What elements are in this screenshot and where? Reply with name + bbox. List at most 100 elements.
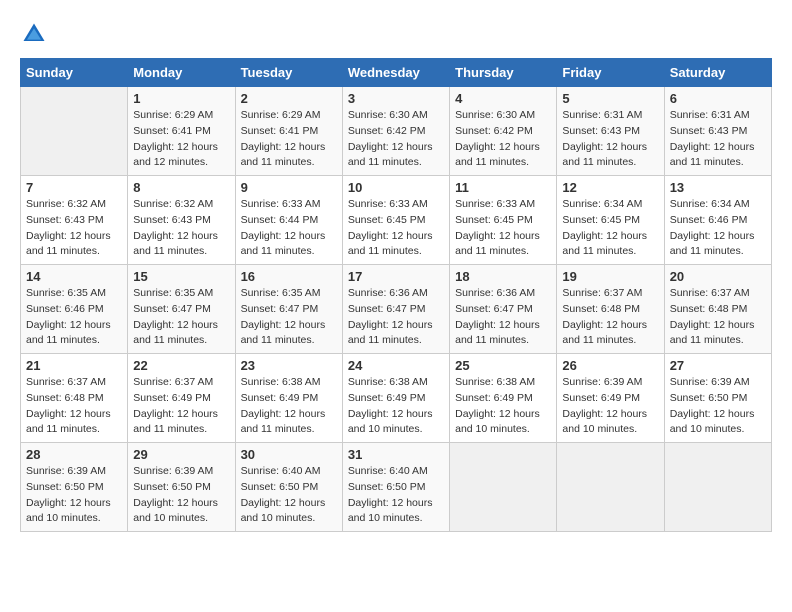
day-details: Sunrise: 6:30 AMSunset: 6:42 PMDaylight:… [348, 108, 444, 171]
day-details: Sunrise: 6:34 AMSunset: 6:46 PMDaylight:… [670, 197, 766, 260]
day-details: Sunrise: 6:40 AMSunset: 6:50 PMDaylight:… [241, 464, 337, 527]
day-details: Sunrise: 6:39 AMSunset: 6:49 PMDaylight:… [562, 375, 658, 438]
calendar-cell: 15 Sunrise: 6:35 AMSunset: 6:47 PMDayligh… [128, 265, 235, 354]
calendar-cell: 21 Sunrise: 6:37 AMSunset: 6:48 PMDayligh… [21, 354, 128, 443]
day-details: Sunrise: 6:37 AMSunset: 6:48 PMDaylight:… [26, 375, 122, 438]
calendar-cell: 16 Sunrise: 6:35 AMSunset: 6:47 PMDayligh… [235, 265, 342, 354]
calendar-cell: 31Sunrise: 6:40 AMSunset: 6:50 PMDayligh… [342, 443, 449, 532]
day-details: Sunrise: 6:39 AMSunset: 6:50 PMDaylight:… [26, 464, 122, 527]
day-number: 30 [241, 447, 337, 462]
calendar-cell: 18Sunrise: 6:36 AMSunset: 6:47 PMDayligh… [450, 265, 557, 354]
day-number: 1 [133, 91, 229, 106]
day-number: 15 [133, 269, 229, 284]
calendar-cell: 14 Sunrise: 6:35 AMSunset: 6:46 PMDayligh… [21, 265, 128, 354]
column-header-thursday: Thursday [450, 59, 557, 87]
calendar-cell: 20Sunrise: 6:37 AMSunset: 6:48 PMDayligh… [664, 265, 771, 354]
calendar-cell: 3 Sunrise: 6:30 AMSunset: 6:42 PMDaylight… [342, 87, 449, 176]
day-details: Sunrise: 6:33 AMSunset: 6:45 PMDaylight:… [348, 197, 444, 260]
calendar-cell: 9Sunrise: 6:33 AMSunset: 6:44 PMDaylight… [235, 176, 342, 265]
day-number: 8 [133, 180, 229, 195]
calendar-cell: 19Sunrise: 6:37 AMSunset: 6:48 PMDayligh… [557, 265, 664, 354]
day-number: 23 [241, 358, 337, 373]
day-number: 7 [26, 180, 122, 195]
calendar-cell: 6 Sunrise: 6:31 AMSunset: 6:43 PMDaylight… [664, 87, 771, 176]
day-number: 22 [133, 358, 229, 373]
calendar-cell: 22 Sunrise: 6:37 AMSunset: 6:49 PMDayligh… [128, 354, 235, 443]
day-number: 19 [562, 269, 658, 284]
day-details: Sunrise: 6:38 AMSunset: 6:49 PMDaylight:… [455, 375, 551, 438]
calendar-cell: 28 Sunrise: 6:39 AMSunset: 6:50 PMDayligh… [21, 443, 128, 532]
day-number: 4 [455, 91, 551, 106]
day-number: 21 [26, 358, 122, 373]
day-details: Sunrise: 6:32 AMSunset: 6:43 PMDaylight:… [133, 197, 229, 260]
day-number: 2 [241, 91, 337, 106]
column-header-wednesday: Wednesday [342, 59, 449, 87]
calendar-cell: 1 Sunrise: 6:29 AMSunset: 6:41 PMDaylight… [128, 87, 235, 176]
calendar-cell: 11 Sunrise: 6:33 AMSunset: 6:45 PMDayligh… [450, 176, 557, 265]
day-details: Sunrise: 6:29 AMSunset: 6:41 PMDaylight:… [241, 108, 337, 171]
day-number: 17 [348, 269, 444, 284]
day-number: 3 [348, 91, 444, 106]
day-details: Sunrise: 6:40 AMSunset: 6:50 PMDaylight:… [348, 464, 444, 527]
calendar-cell: 2 Sunrise: 6:29 AMSunset: 6:41 PMDaylight… [235, 87, 342, 176]
day-number: 14 [26, 269, 122, 284]
calendar-cell [21, 87, 128, 176]
day-details: Sunrise: 6:31 AMSunset: 6:43 PMDaylight:… [670, 108, 766, 171]
column-header-sunday: Sunday [21, 59, 128, 87]
calendar-header-row: SundayMondayTuesdayWednesdayThursdayFrid… [21, 59, 772, 87]
day-details: Sunrise: 6:35 AMSunset: 6:47 PMDaylight:… [133, 286, 229, 349]
calendar-cell: 10Sunrise: 6:33 AMSunset: 6:45 PMDayligh… [342, 176, 449, 265]
day-number: 28 [26, 447, 122, 462]
calendar-cell: 4 Sunrise: 6:30 AMSunset: 6:42 PMDaylight… [450, 87, 557, 176]
calendar-cell: 23 Sunrise: 6:38 AMSunset: 6:49 PMDayligh… [235, 354, 342, 443]
calendar-cell: 24Sunrise: 6:38 AMSunset: 6:49 PMDayligh… [342, 354, 449, 443]
day-details: Sunrise: 6:32 AMSunset: 6:43 PMDaylight:… [26, 197, 122, 260]
day-number: 24 [348, 358, 444, 373]
calendar-cell: 17 Sunrise: 6:36 AMSunset: 6:47 PMDayligh… [342, 265, 449, 354]
calendar-cell: 5 Sunrise: 6:31 AMSunset: 6:43 PMDaylight… [557, 87, 664, 176]
day-details: Sunrise: 6:30 AMSunset: 6:42 PMDaylight:… [455, 108, 551, 171]
day-number: 9 [241, 180, 337, 195]
calendar-week-row: 28 Sunrise: 6:39 AMSunset: 6:50 PMDayligh… [21, 443, 772, 532]
day-details: Sunrise: 6:37 AMSunset: 6:49 PMDaylight:… [133, 375, 229, 438]
day-details: Sunrise: 6:31 AMSunset: 6:43 PMDaylight:… [562, 108, 658, 171]
calendar-cell [450, 443, 557, 532]
calendar-week-row: 21 Sunrise: 6:37 AMSunset: 6:48 PMDayligh… [21, 354, 772, 443]
calendar-cell: 12 Sunrise: 6:34 AMSunset: 6:45 PMDayligh… [557, 176, 664, 265]
day-details: Sunrise: 6:39 AMSunset: 6:50 PMDaylight:… [670, 375, 766, 438]
column-header-friday: Friday [557, 59, 664, 87]
calendar-cell: 8 Sunrise: 6:32 AMSunset: 6:43 PMDaylight… [128, 176, 235, 265]
column-header-saturday: Saturday [664, 59, 771, 87]
calendar-cell: 25 Sunrise: 6:38 AMSunset: 6:49 PMDayligh… [450, 354, 557, 443]
calendar-cell: 29 Sunrise: 6:39 AMSunset: 6:50 PMDayligh… [128, 443, 235, 532]
column-header-monday: Monday [128, 59, 235, 87]
day-number: 18 [455, 269, 551, 284]
day-number: 6 [670, 91, 766, 106]
day-details: Sunrise: 6:29 AMSunset: 6:41 PMDaylight:… [133, 108, 229, 171]
calendar-table: SundayMondayTuesdayWednesdayThursdayFrid… [20, 58, 772, 532]
day-number: 13 [670, 180, 766, 195]
day-number: 12 [562, 180, 658, 195]
day-number: 25 [455, 358, 551, 373]
day-number: 27 [670, 358, 766, 373]
day-details: Sunrise: 6:35 AMSunset: 6:47 PMDaylight:… [241, 286, 337, 349]
day-number: 20 [670, 269, 766, 284]
day-number: 26 [562, 358, 658, 373]
day-details: Sunrise: 6:39 AMSunset: 6:50 PMDaylight:… [133, 464, 229, 527]
day-details: Sunrise: 6:33 AMSunset: 6:45 PMDaylight:… [455, 197, 551, 260]
day-number: 29 [133, 447, 229, 462]
day-details: Sunrise: 6:34 AMSunset: 6:45 PMDaylight:… [562, 197, 658, 260]
day-number: 16 [241, 269, 337, 284]
page-header [20, 20, 772, 48]
logo [20, 20, 52, 48]
calendar-cell: 30 Sunrise: 6:40 AMSunset: 6:50 PMDayligh… [235, 443, 342, 532]
day-number: 5 [562, 91, 658, 106]
day-details: Sunrise: 6:36 AMSunset: 6:47 PMDaylight:… [348, 286, 444, 349]
calendar-week-row: 14 Sunrise: 6:35 AMSunset: 6:46 PMDayligh… [21, 265, 772, 354]
day-details: Sunrise: 6:35 AMSunset: 6:46 PMDaylight:… [26, 286, 122, 349]
day-number: 11 [455, 180, 551, 195]
calendar-cell: 26 Sunrise: 6:39 AMSunset: 6:49 PMDayligh… [557, 354, 664, 443]
calendar-week-row: 7 Sunrise: 6:32 AMSunset: 6:43 PMDaylight… [21, 176, 772, 265]
calendar-week-row: 1 Sunrise: 6:29 AMSunset: 6:41 PMDaylight… [21, 87, 772, 176]
day-details: Sunrise: 6:38 AMSunset: 6:49 PMDaylight:… [241, 375, 337, 438]
